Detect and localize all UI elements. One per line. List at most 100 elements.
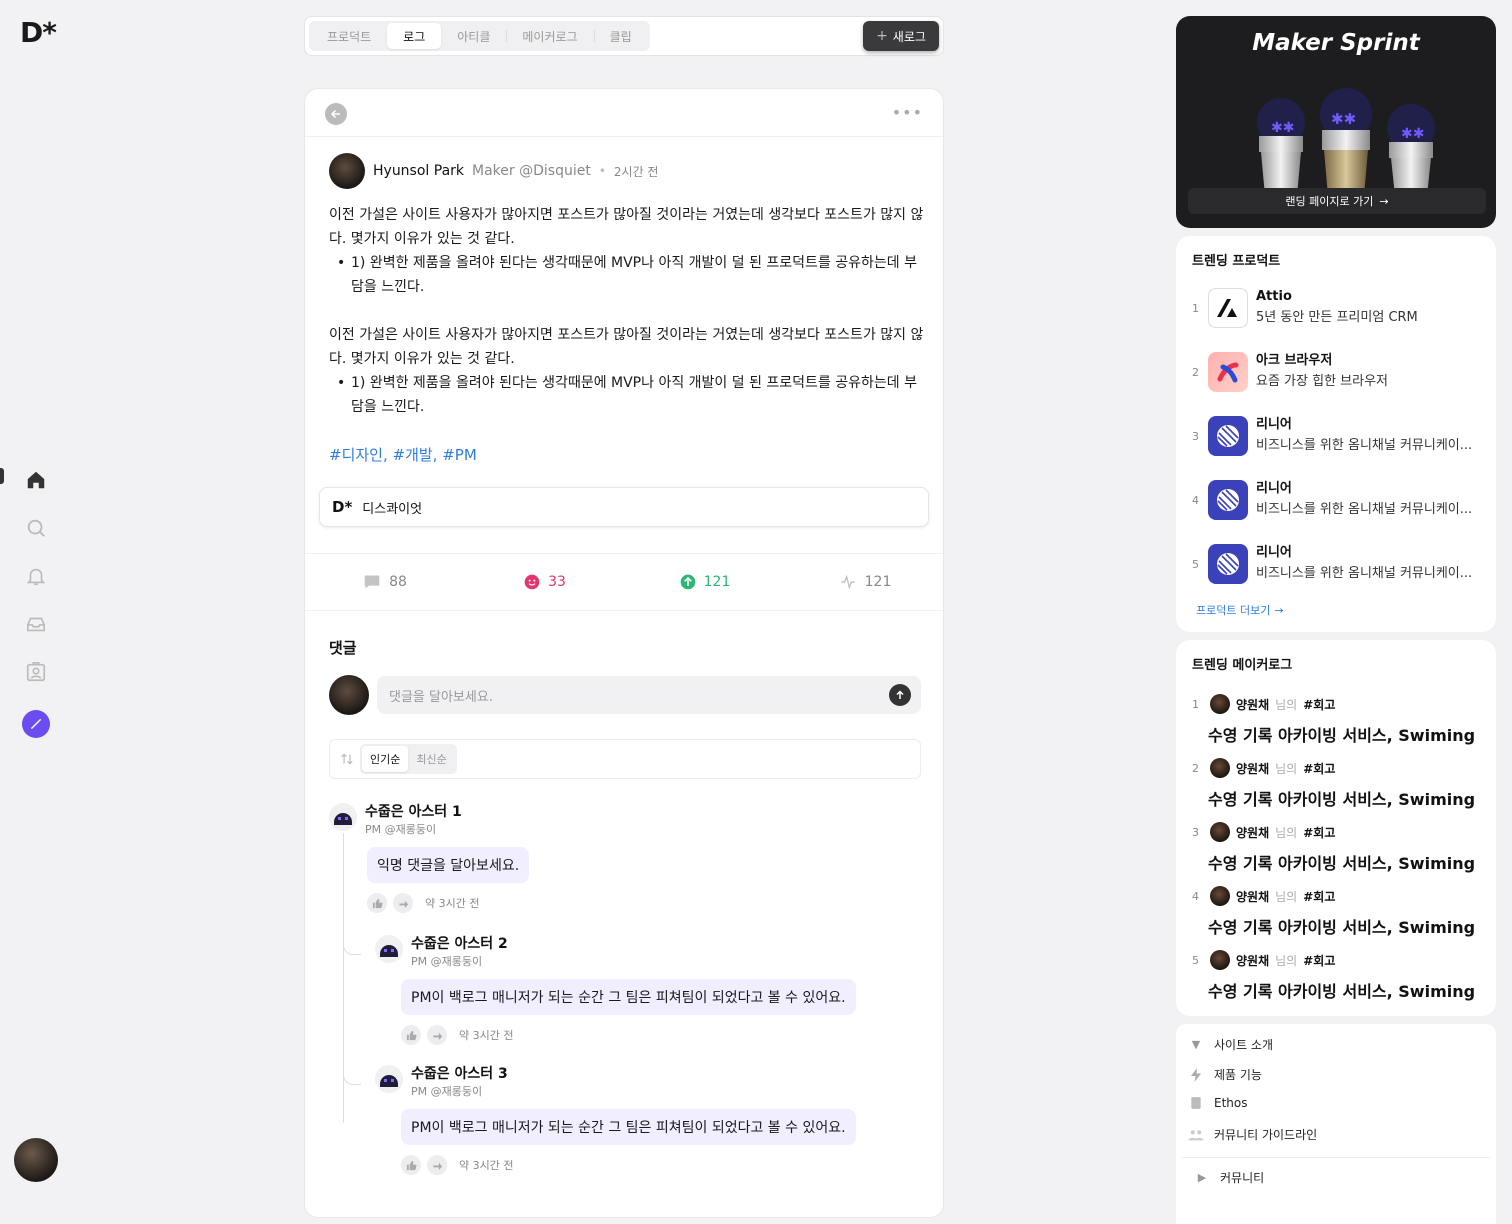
makerlog-title: 수영 기록 아카이빙 서비스, Swiming — [1208, 982, 1476, 1001]
tab-makerlog[interactable]: 메이커로그 — [506, 23, 593, 49]
makerlog-item[interactable]: 2 양원채 님의 #회고 수영 기록 아카이빙 서비스, Swiming — [1192, 758, 1482, 810]
tab-products[interactable]: 프로덕트 — [311, 23, 387, 49]
upvote-button[interactable]: 121 — [625, 554, 785, 610]
user-avatar[interactable] — [14, 1138, 58, 1182]
makerlog-item[interactable]: 3 양원채 님의 #회고 수영 기록 아카이빙 서비스, Swiming — [1192, 822, 1482, 874]
notifications-nav[interactable] — [0, 552, 72, 600]
site-intro-toggle[interactable]: ▼ 사이트 소개 — [1188, 1036, 1273, 1053]
makerlog-user: 양원채 — [1236, 825, 1270, 840]
makerlog-item[interactable]: 4 양원채 님의 #회고 수영 기록 아카이빙 서비스, Swiming — [1192, 886, 1482, 938]
new-log-button[interactable]: + 새로그 — [863, 21, 939, 51]
comment-icon — [364, 575, 380, 589]
makerlog-avatar — [1210, 886, 1230, 906]
product-name: 리니어 — [1256, 481, 1292, 496]
makerlog-suffix: 님의 — [1275, 825, 1298, 840]
disquiet-logo[interactable]: D* — [20, 16, 57, 49]
like-button[interactable] — [367, 893, 387, 913]
comment-reply: 수줍은 아스터 2 PM @재롱둥이 PM이 백로그 매니저가 되는 순간 그 … — [375, 935, 856, 1045]
trending-makerlogs-panel: 트렌딩 메이커로그 1 양원채 님의 #회고 수영 기록 아카이빙 서비스, S… — [1176, 640, 1496, 1016]
trending-product-item[interactable]: 5 리니어 비즈니스를 위한 옴니채널 커뮤니케이... — [1192, 542, 1482, 586]
reply-arrow-icon — [432, 1031, 442, 1040]
more-products-link[interactable]: 프로덕트 더보기 → — [1196, 602, 1284, 618]
sort-latest-tab[interactable]: 최신순 — [408, 746, 454, 772]
left-rail: D* — [0, 0, 72, 1199]
community-toggle[interactable]: ▶ 커뮤니티 — [1194, 1169, 1264, 1186]
makerlog-avatar — [1210, 758, 1230, 778]
reaction-button[interactable]: 33 — [465, 554, 625, 610]
guidelines-link[interactable]: 커뮤니티 가이드라인 — [1188, 1126, 1317, 1143]
arc-logo-icon — [1208, 352, 1248, 392]
linear-logo-icon — [1208, 544, 1248, 584]
trending-product-item[interactable]: 4 리니어 비즈니스를 위한 옴니채널 커뮤니케이... — [1192, 478, 1482, 522]
post-card: ••• Hyunsol Park Maker @Disquiet • 2시간 전… — [304, 88, 944, 1218]
makerlog-suffix: 님의 — [1275, 697, 1298, 712]
makerlog-rank: 5 — [1192, 953, 1199, 967]
makerlog-rank: 1 — [1192, 697, 1199, 711]
makerlog-item[interactable]: 5 양원채 님의 #회고 수영 기록 아카이빙 서비스, Swiming — [1192, 950, 1482, 1002]
makerlog-tag: #회고 — [1303, 761, 1336, 776]
rail-nav — [0, 456, 72, 696]
trending-product-item[interactable]: 1 Attio 5년 동안 만든 프리미엄 CRM — [1192, 286, 1482, 330]
product-rank: 3 — [1192, 429, 1199, 443]
inbox-nav[interactable] — [0, 600, 72, 648]
sort-popular-tab[interactable]: 인기순 — [362, 746, 409, 772]
reply-button[interactable] — [393, 893, 413, 913]
reply-button[interactable] — [427, 1025, 447, 1045]
write-button[interactable] — [22, 710, 50, 738]
search-nav[interactable] — [0, 504, 72, 552]
more-options-icon[interactable]: ••• — [892, 103, 923, 122]
makerlog-user: 양원채 — [1236, 889, 1270, 904]
product-rank: 2 — [1192, 365, 1199, 379]
tab-articles[interactable]: 아티클 — [441, 23, 506, 49]
send-comment-button[interactable] — [889, 684, 911, 706]
features-label: 제품 기능 — [1214, 1068, 1262, 1082]
inbox-icon — [26, 617, 46, 632]
reaction-count: 33 — [548, 574, 566, 590]
view-count: 121 — [864, 574, 892, 590]
profile-nav[interactable] — [0, 648, 72, 696]
post-time: 2시간 전 — [613, 164, 659, 179]
tab-clips[interactable]: 클립 — [593, 23, 648, 49]
linear-logo-icon — [1208, 416, 1248, 456]
sort-tabs: 인기순 최신순 — [360, 744, 457, 774]
author-avatar[interactable] — [329, 153, 365, 189]
reply-button[interactable] — [427, 1155, 447, 1175]
home-nav[interactable] — [0, 456, 72, 504]
caret-right-icon: ▶ — [1197, 1171, 1207, 1184]
post-tags[interactable]: #디자인, #개발, #PM — [329, 444, 477, 465]
like-button[interactable] — [401, 1025, 421, 1045]
like-button[interactable] — [401, 1155, 421, 1175]
comment-input[interactable]: 댓글을 달아보세요. — [377, 676, 921, 714]
reply-arrow-icon — [398, 899, 408, 908]
comment-count-button[interactable]: 88 — [305, 554, 465, 610]
banner-title: Maker Sprint — [1252, 30, 1420, 56]
product-embed[interactable]: D* 디스콰이엇 — [319, 487, 929, 527]
makerlog-avatar — [1210, 950, 1230, 970]
comment-author: 수줍은 아스터 2 — [411, 936, 508, 952]
trending-product-item[interactable]: 3 리니어 비즈니스를 위한 옴니채널 커뮤니케이... — [1192, 414, 1482, 458]
trophy-illustration: ✱✱ ✱✱ ✱✱ — [1257, 88, 1435, 196]
makerlog-rank: 3 — [1192, 825, 1199, 839]
makerlog-user: 양원채 — [1236, 953, 1270, 968]
thumbs-up-icon — [372, 898, 383, 908]
comment-sort-bar: 인기순 최신순 — [329, 739, 921, 779]
back-button[interactable] — [325, 103, 347, 125]
trending-product-item[interactable]: 2 아크 브라우저 요즘 가장 힙한 브라우저 — [1192, 350, 1482, 394]
landing-page-button[interactable]: 랜딩 페이지로 가기 → — [1188, 188, 1486, 214]
comment-time: 약 3시간 전 — [425, 897, 480, 910]
tab-log[interactable]: 로그 — [387, 23, 442, 49]
reply-arrow-icon — [432, 1161, 442, 1170]
post-bullet: 1) 완벽한 제품을 올려야 된다는 생각때문에 MVP나 아직 개발이 덜 된… — [337, 371, 925, 419]
people-icon — [1188, 1129, 1204, 1141]
makerlog-title: 수영 기록 아카이빙 서비스, Swiming — [1208, 854, 1476, 873]
features-link[interactable]: 제품 기능 — [1188, 1066, 1262, 1083]
ethos-link[interactable]: Ethos — [1188, 1096, 1248, 1110]
site-intro-label: 사이트 소개 — [1214, 1038, 1274, 1052]
author-name[interactable]: Hyunsol Park — [373, 163, 464, 179]
makerlog-avatar — [1210, 694, 1230, 714]
comment-time: 약 3시간 전 — [459, 1159, 514, 1172]
lightning-icon — [1188, 1067, 1204, 1082]
maker-sprint-banner[interactable]: Maker Sprint ✱✱ ✱✱ ✱✱ 랜딩 페이지로 가기 → — [1176, 16, 1496, 228]
comment-text: PM이 백로그 매니저가 되는 순간 그 팀은 피쳐팀이 되었다고 볼 수 있어… — [401, 979, 856, 1015]
makerlog-item[interactable]: 1 양원채 님의 #회고 수영 기록 아카이빙 서비스, Swiming — [1192, 694, 1482, 746]
